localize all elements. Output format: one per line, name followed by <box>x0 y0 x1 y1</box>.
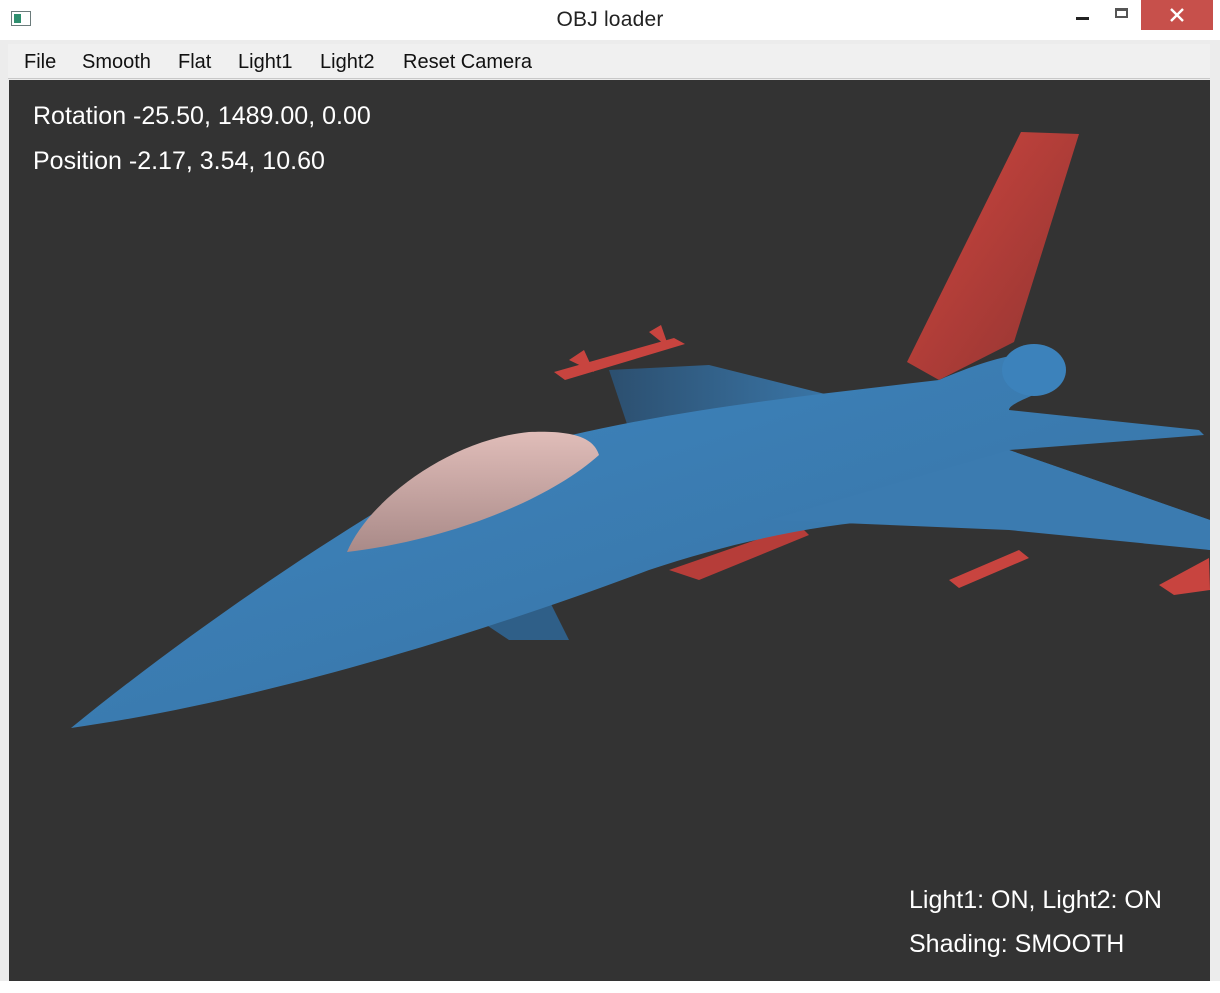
menu-file[interactable]: File <box>22 51 58 74</box>
missile-tip <box>1159 558 1210 595</box>
tail-fin <box>907 132 1079 380</box>
maximize-button[interactable] <box>1098 0 1144 30</box>
minimize-icon <box>1075 16 1089 20</box>
hud-lights-status: Light1: ON, Light2: ON <box>909 886 1162 914</box>
jet-model-render <box>71 132 1210 728</box>
menu-flat[interactable]: Flat <box>176 51 213 74</box>
window-title: OBJ loader <box>556 8 664 31</box>
app-window: OBJ loader File Smooth Flat Light1 Light… <box>0 0 1220 993</box>
menu-light2[interactable]: Light2 <box>318 51 377 74</box>
close-button[interactable] <box>1141 0 1213 30</box>
maximize-icon <box>1114 8 1128 18</box>
missile-right <box>949 550 1029 588</box>
menu-reset-camera[interactable]: Reset Camera <box>401 51 534 74</box>
title-bar[interactable]: OBJ loader <box>0 0 1220 40</box>
hud-position: Position -2.17, 3.54, 10.60 <box>33 147 325 175</box>
menu-bar: File Smooth Flat Light1 Light2 Reset Cam… <box>8 44 1210 79</box>
hud-rotation: Rotation -25.50, 1489.00, 0.00 <box>33 102 371 130</box>
menu-smooth[interactable]: Smooth <box>80 51 153 74</box>
hud-shading-status: Shading: SMOOTH <box>909 930 1125 958</box>
close-icon <box>1170 8 1184 22</box>
window-bottom-border <box>0 981 1220 993</box>
gl-viewport[interactable]: Rotation -25.50, 1489.00, 0.00 Position … <box>9 80 1210 981</box>
menu-light1[interactable]: Light1 <box>236 51 295 74</box>
engine-nacelle <box>1002 344 1066 396</box>
